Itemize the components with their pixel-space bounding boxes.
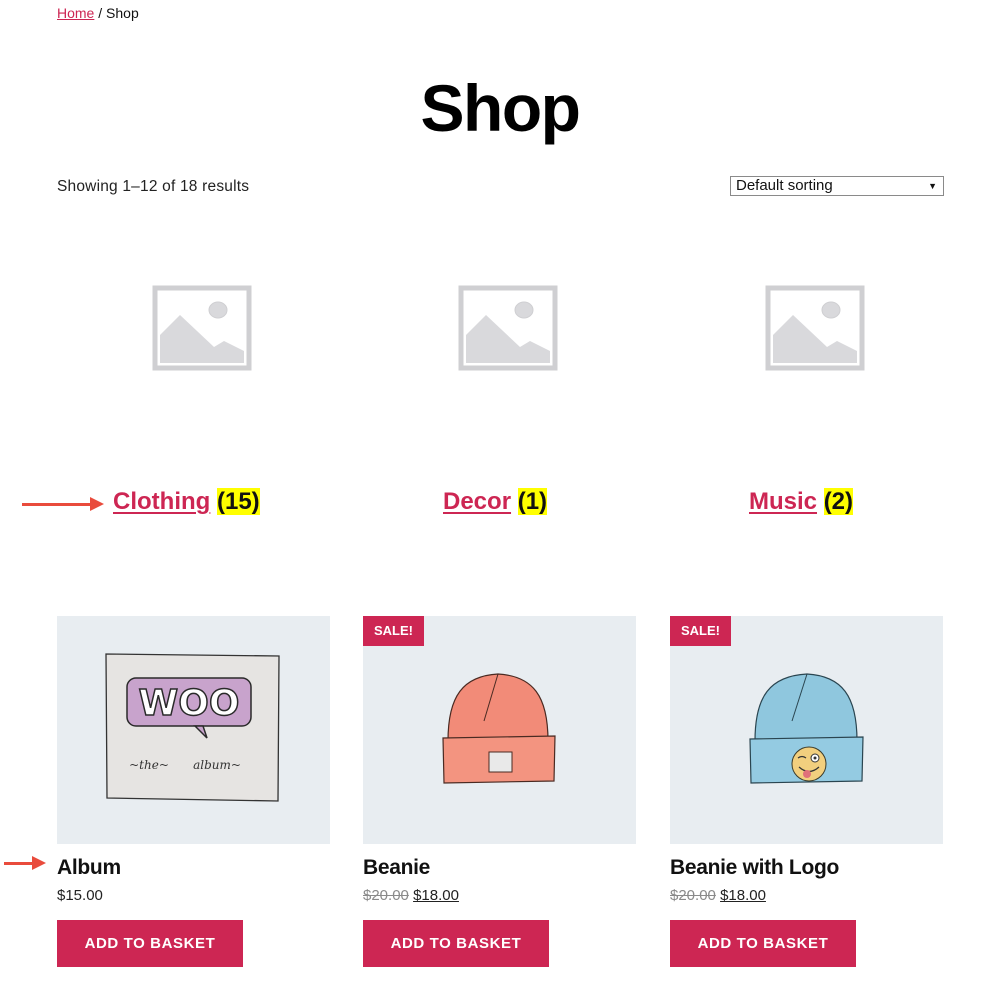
add-to-basket-button[interactable]: ADD TO BASKET <box>670 920 856 967</box>
product-price: $15.00 <box>57 887 330 904</box>
add-to-basket-button[interactable]: ADD TO BASKET <box>363 920 549 967</box>
category-label[interactable]: Decor (1) <box>443 488 548 516</box>
category-label[interactable]: Music (2) <box>749 488 854 516</box>
annotation-arrow-icon <box>22 497 104 511</box>
album-cover-image: WOO ~the~ album~ <box>105 653 280 802</box>
category-count: (1) <box>517 488 548 515</box>
product-title[interactable]: Album <box>57 856 330 880</box>
product-title[interactable]: Beanie <box>363 856 636 880</box>
placeholder-image-icon <box>152 285 252 371</box>
sort-order-select[interactable]: Default sorting ▼ <box>730 176 944 196</box>
sale-badge: SALE! <box>363 616 424 646</box>
orange-beanie-image <box>442 673 556 784</box>
category-name[interactable]: Clothing <box>113 488 210 515</box>
product-price: $20.00 $18.00 <box>670 887 943 904</box>
category-count: (2) <box>823 488 854 515</box>
sale-price: $18.00 <box>720 887 766 904</box>
sale-badge: SALE! <box>670 616 731 646</box>
product-image[interactable]: WOO ~the~ album~ <box>57 616 330 844</box>
category-decor[interactable]: Decor (1) <box>363 240 653 540</box>
product-title[interactable]: Beanie with Logo <box>670 856 943 880</box>
blue-beanie-image <box>749 673 864 784</box>
breadcrumb-home-link[interactable]: Home <box>57 5 94 21</box>
category-label[interactable]: Clothing (15) <box>113 488 260 516</box>
regular-price: $20.00 <box>363 887 409 904</box>
category-clothing[interactable]: Clothing (15) <box>57 240 347 540</box>
breadcrumb-separator: / <box>94 5 107 21</box>
page-title: Shop <box>420 71 581 145</box>
category-count: (15) <box>216 488 260 515</box>
placeholder-image-icon <box>765 285 865 371</box>
album-subtitle-left: ~the~ <box>129 758 169 772</box>
dropdown-arrow-icon: ▼ <box>928 181 937 191</box>
regular-price: $20.00 <box>670 887 716 904</box>
annotation-arrow-icon <box>4 856 46 870</box>
product-price: $20.00 $18.00 <box>363 887 636 904</box>
category-name[interactable]: Music <box>749 488 817 515</box>
product-image[interactable]: SALE! <box>670 616 943 844</box>
product-card-album: WOO ~the~ album~ Album $15.00 ADD TO BAS… <box>57 616 330 967</box>
breadcrumb: Home / Shop <box>57 5 139 21</box>
album-subtitle-right: album~ <box>193 758 241 772</box>
sort-order-value: Default sorting <box>736 177 833 194</box>
product-card-beanie-with-logo: SALE! Beanie with Logo $20.00 $18.00 ADD… <box>670 616 943 967</box>
price-amount: $15.00 <box>57 887 103 904</box>
product-card-beanie: SALE! Beanie $20.00 $18.00 ADD TO BASKET <box>363 616 636 967</box>
result-count: Showing 1–12 of 18 results <box>57 178 250 195</box>
album-logo-text: WOO <box>139 683 240 724</box>
placeholder-image-icon <box>458 285 558 371</box>
breadcrumb-current: Shop <box>106 5 139 21</box>
category-music[interactable]: Music (2) <box>670 240 960 540</box>
add-to-basket-button[interactable]: ADD TO BASKET <box>57 920 243 967</box>
sale-price: $18.00 <box>413 887 459 904</box>
product-image[interactable]: SALE! <box>363 616 636 844</box>
category-name[interactable]: Decor <box>443 488 511 515</box>
